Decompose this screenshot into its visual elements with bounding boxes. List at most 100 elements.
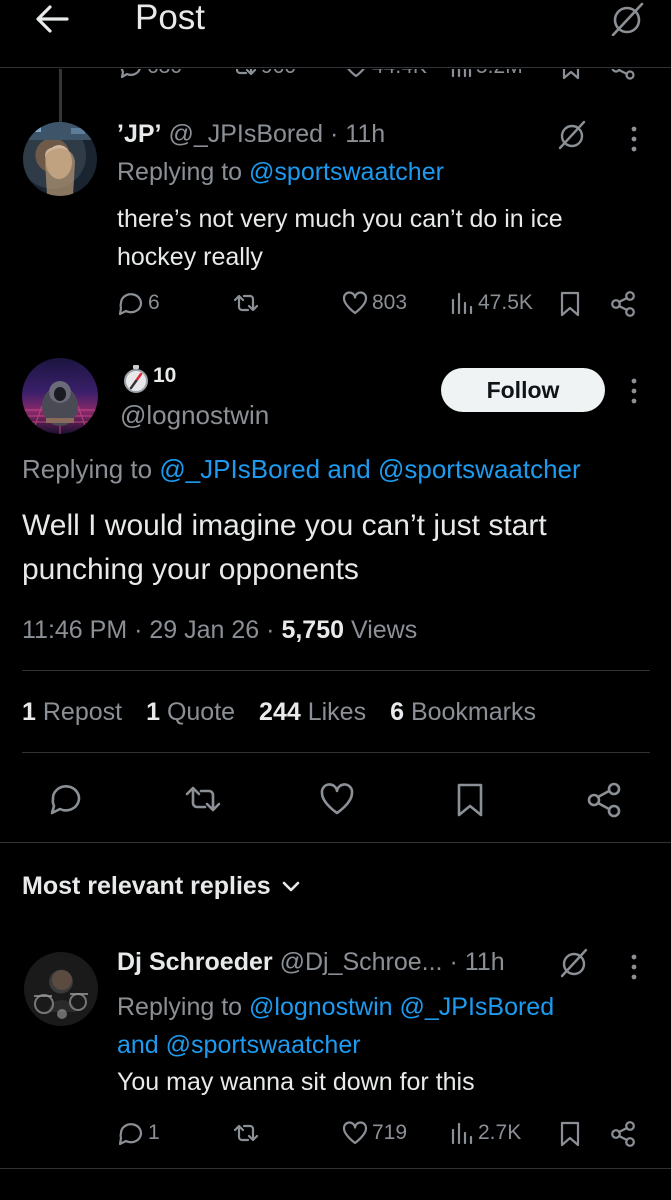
reposts-count: 1 — [22, 698, 36, 726]
prev-reply-count[interactable]: 630 — [118, 69, 182, 79]
quotes-stat[interactable]: 1 Quote — [146, 698, 235, 727]
prev-tweet-actions: 630 960 44.4K 5.2M — [0, 69, 671, 83]
replies-filter-dropdown[interactable]: Most relevant replies — [22, 872, 301, 901]
more-options-icon[interactable] — [624, 376, 644, 406]
views-count: 47.5K — [478, 291, 533, 314]
like-button[interactable]: 719 — [341, 1120, 407, 1146]
replying-to-prefix: Replying to — [117, 993, 243, 1021]
meta-separator: · — [134, 616, 143, 644]
author-handle[interactable]: @lognostwin — [120, 400, 269, 431]
replies-filter-label: Most relevant replies — [22, 872, 271, 900]
tweet-text-line: Well I would imagine you can’t just star… — [22, 509, 547, 542]
replying-to-link[interactable]: @_JPIsBored — [159, 454, 320, 484]
more-options-icon[interactable] — [624, 952, 644, 982]
grok-icon[interactable] — [608, 2, 646, 36]
replying-to-prefix: Replying to — [117, 158, 243, 186]
main-tweet: 10 @lognostwin Follow Replying to @_JPIs… — [0, 340, 671, 818]
bookmarks-stat[interactable]: 6 Bookmarks — [390, 698, 536, 727]
views-label: Views — [350, 616, 418, 644]
prev-like-label: 44.4K — [372, 69, 427, 79]
author-name[interactable]: Dj Schroeder — [117, 948, 273, 976]
likes-count: 244 — [259, 698, 301, 726]
reply-count: 1 — [148, 1121, 160, 1144]
author-name[interactable]: ’JP’ — [117, 120, 161, 148]
reply-tweet-jp[interactable]: ’JP’ @_JPIsBored · 11h Replying to @spor… — [0, 110, 671, 340]
engagement-stats: 1 Repost 1 Quote 244 Likes 6 Bookmarks — [22, 698, 536, 727]
replying-to-link[interactable]: @_JPIsBored — [400, 993, 555, 1021]
prev-share-icon[interactable] — [610, 69, 636, 81]
author-handle[interactable]: @Dj_Schroe... — [280, 948, 443, 976]
like-button[interactable] — [318, 782, 356, 816]
replying-to-and: and — [117, 1031, 159, 1059]
prev-views-count[interactable]: 5.2M — [449, 69, 523, 79]
chevron-down-icon — [282, 881, 300, 891]
bookmark-icon[interactable] — [558, 290, 582, 318]
repost-button[interactable] — [232, 1120, 260, 1146]
quotes-label: Quote — [166, 698, 236, 726]
badge-count: 10 — [153, 364, 177, 387]
follow-button[interactable]: Follow — [441, 368, 605, 412]
bookmarks-label: Bookmarks — [410, 698, 536, 726]
grok-icon[interactable] — [558, 948, 590, 978]
views-count: 5,750 — [281, 616, 345, 644]
reposts-label: Repost — [42, 698, 123, 726]
reply-tweet-dj[interactable]: Dj Schroeder @Dj_Schroe... · 11h Replyin… — [0, 930, 671, 1170]
avatar[interactable] — [23, 122, 97, 196]
avatar[interactable] — [24, 952, 98, 1026]
reply-button[interactable]: 6 — [117, 290, 160, 316]
bookmark-icon[interactable] — [558, 1120, 582, 1148]
bookmark-icon[interactable] — [454, 782, 486, 818]
back-arrow-icon[interactable] — [34, 4, 70, 34]
views-count: 2.7K — [478, 1121, 522, 1144]
share-icon[interactable] — [586, 782, 622, 818]
tweet-text-line: hockey really — [117, 243, 263, 271]
like-count: 719 — [372, 1121, 408, 1144]
replying-to-link[interactable]: @sportswaatcher — [166, 1031, 361, 1059]
grok-icon[interactable] — [556, 120, 588, 150]
like-count: 803 — [372, 291, 408, 314]
prev-repost-label: 960 — [261, 69, 296, 79]
share-icon[interactable] — [609, 290, 637, 318]
tweet-time: · 11h — [449, 948, 505, 976]
author-handle[interactable]: @_JPIsBored — [168, 120, 323, 148]
meta-separator: · — [266, 616, 275, 644]
replying-to-and: and — [327, 454, 371, 484]
replying-to-prefix: Replying to — [22, 454, 153, 484]
prev-bookmark-icon[interactable] — [560, 69, 582, 81]
repost-button[interactable] — [184, 782, 222, 816]
tweet-text: Well I would imagine you can’t just star… — [22, 504, 547, 592]
header: Post — [0, 0, 671, 68]
divider — [22, 752, 650, 753]
reply-button[interactable] — [48, 782, 84, 816]
tweet-time: · 11h — [330, 120, 386, 148]
bookmarks-count: 6 — [390, 698, 404, 726]
repost-button[interactable] — [232, 290, 260, 316]
divider — [0, 1168, 671, 1169]
page-title: Post — [135, 0, 206, 37]
tweet-text-line: there’s not very much you can’t do in ic… — [117, 205, 563, 233]
views-button[interactable]: 2.7K — [449, 1120, 521, 1146]
avatar[interactable] — [22, 358, 98, 434]
replying-to-link[interactable]: @sportswaatcher — [378, 454, 581, 484]
prev-like-count[interactable]: 44.4K — [343, 69, 427, 79]
divider — [22, 670, 650, 671]
quotes-count: 1 — [146, 698, 160, 726]
more-options-icon[interactable] — [624, 124, 644, 154]
divider — [0, 842, 671, 843]
tweet-text: You may wanna sit down for this — [117, 1068, 475, 1096]
share-icon[interactable] — [609, 1120, 637, 1148]
compass-icon — [122, 364, 150, 394]
prev-views-label: 5.2M — [476, 69, 523, 79]
tweet-time: 11:46 PM — [22, 616, 128, 644]
tweet-text: there’s not very much you can’t do in ic… — [117, 200, 563, 276]
views-button[interactable]: 47.5K — [449, 290, 533, 316]
like-button[interactable]: 803 — [341, 290, 407, 316]
likes-stat[interactable]: 244 Likes — [259, 698, 366, 727]
replying-to-link[interactable]: @sportswaatcher — [249, 158, 444, 186]
replying-to-link[interactable]: @lognostwin — [249, 993, 393, 1021]
prev-repost-count[interactable]: 960 — [230, 69, 296, 79]
reply-button[interactable]: 1 — [117, 1120, 160, 1146]
tweet-meta: 11:46 PM · 29 Jan 26 · 5,750 Views — [22, 616, 417, 645]
reposts-stat[interactable]: 1 Repost — [22, 698, 122, 727]
prev-reply-label: 630 — [147, 69, 182, 79]
